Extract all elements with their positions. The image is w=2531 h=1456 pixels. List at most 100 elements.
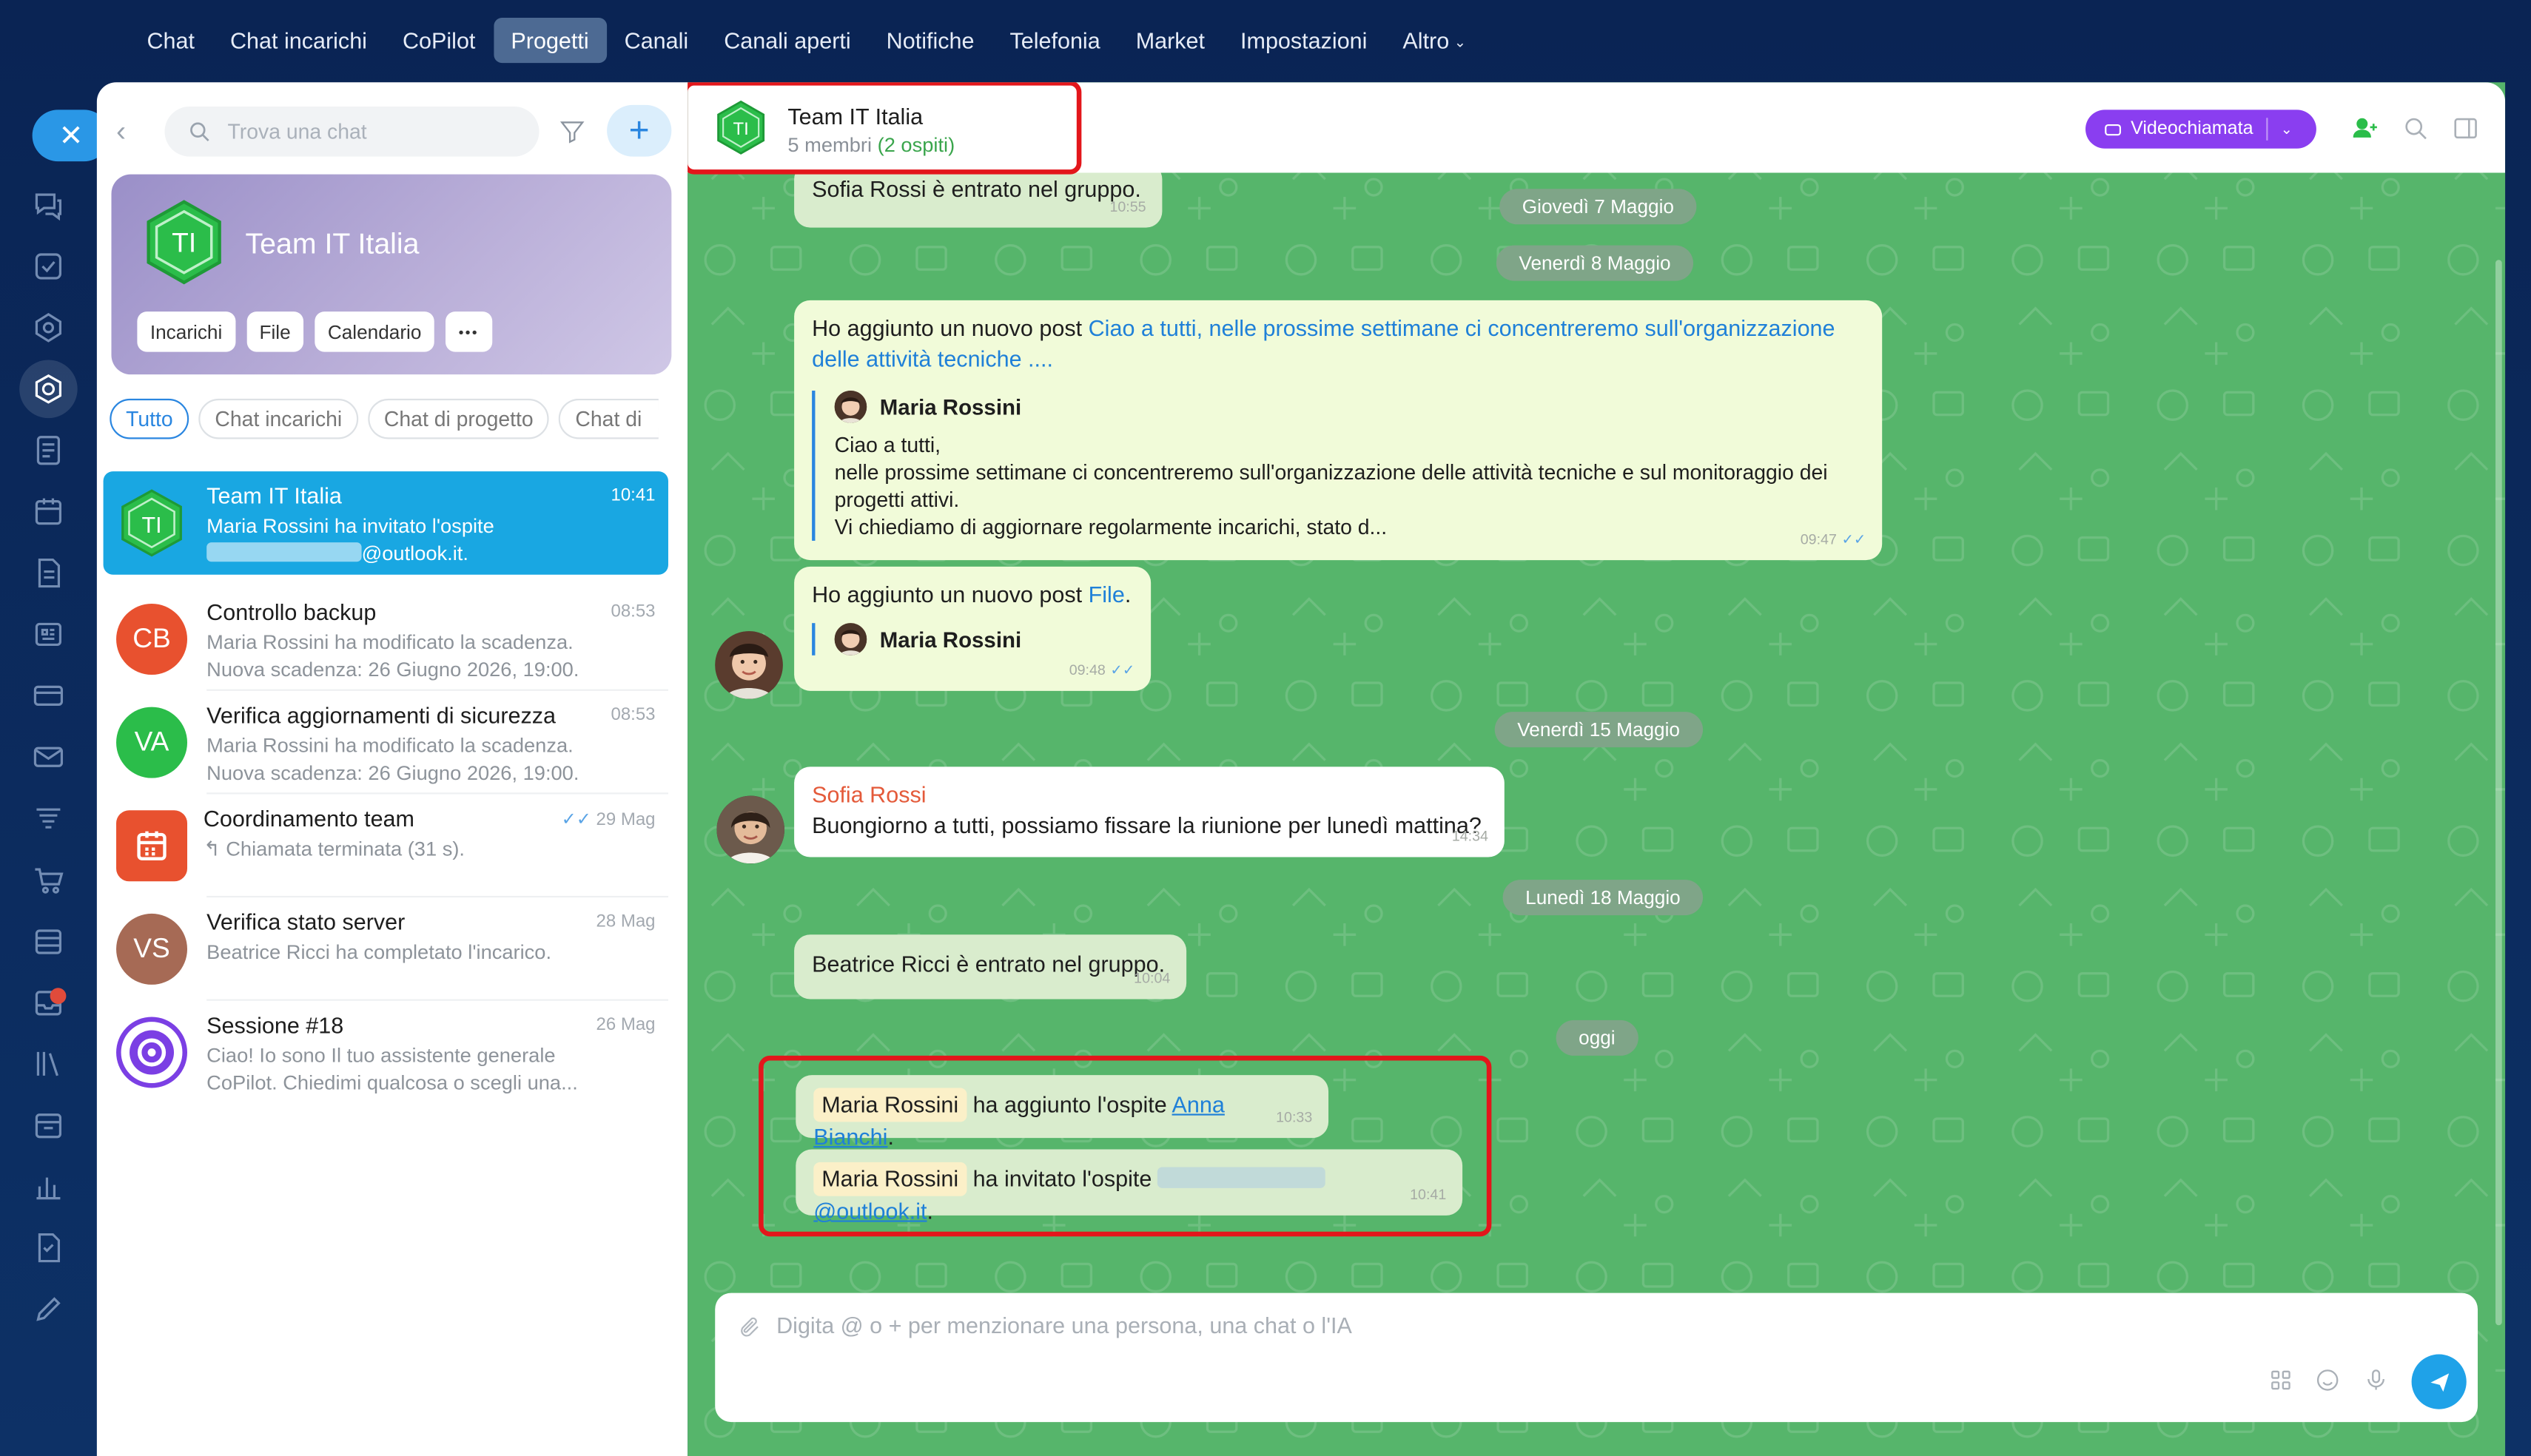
checkbox-task-icon[interactable] [30,249,66,284]
attach-icon[interactable] [738,1315,762,1348]
forms-icon[interactable] [30,1230,66,1266]
microphone-icon[interactable] [2363,1367,2389,1401]
new-chat-button[interactable]: + [607,104,672,157]
read-check-icon: ✓✓ [1110,661,1135,678]
send-icon [2430,1372,2449,1392]
message-input[interactable] [776,1312,2230,1355]
list-item-controllo-backup[interactable]: CB Controllo backup 08:53 Maria Rossini … [104,587,668,691]
mail-icon[interactable] [30,739,66,775]
chevron-down-icon[interactable]: ⌄ [2281,121,2293,138]
nav-telefonia[interactable]: Telefonia [992,18,1117,63]
nav-notifiche[interactable]: Notifiche [869,18,992,63]
add-user-icon[interactable] [2352,115,2379,150]
list-item-team-it-italia[interactable]: TI Team IT Italia 10:41 Maria Rossini ha… [103,471,668,575]
read-check-icon: ✓✓ [1841,530,1866,547]
search-box[interactable] [164,107,540,157]
scrollbar[interactable] [2495,260,2502,1326]
search-input[interactable] [227,119,519,144]
system-message: Beatrice Ricci è entrato nel gruppo. 10:… [794,934,1187,1000]
document-icon[interactable] [30,556,66,591]
video-call-button[interactable]: Videochiamata ⌄ [2085,109,2316,149]
chip-calendario[interactable]: Calendario [315,311,434,352]
message-bubble-sofia[interactable]: Sofia Rossi Buongiorno a tutti, possiamo… [794,766,1505,857]
chat-preview-line1: Maria Rossini ha invitato l'ospite [206,515,494,538]
sidebar-toggle-icon[interactable] [2452,115,2479,150]
list-item-verifica-stato-server[interactable]: VS Verifica stato server 28 Mag Beatrice… [104,897,668,1001]
message-text: Buongiorno a tutti, possiamo fissare la … [812,812,1482,838]
projects-icon[interactable] [19,360,78,419]
chat-time: ✓✓ 29 Mag [562,809,656,829]
feed-icon[interactable] [30,433,66,468]
chat-name: Verifica stato server [206,909,406,935]
avatar-sofia-rossi[interactable] [716,795,785,864]
analytics-icon[interactable] [30,1169,66,1204]
calendar-icon[interactable] [30,494,66,530]
chat-preview-line2: Nuova scadenza: 26 Giugno 2026, 19:00. [206,658,579,681]
file-link[interactable]: File [1089,581,1125,607]
nav-chat[interactable]: Chat [129,18,212,63]
nav-altro[interactable]: Altro ⌄ [1385,18,1484,63]
emoji-icon[interactable] [2315,1367,2341,1401]
more-options-button[interactable]: ••• [446,311,492,352]
nav-impostazioni[interactable]: Impostazioni [1223,18,1385,63]
filter-tab-tutto[interactable]: Tutto [110,398,189,439]
read-check-icon: ✓✓ [561,810,596,830]
chat-bubbles-icon[interactable] [30,187,66,223]
message-bubble-post-file[interactable]: Ho aggiunto un nuovo post File. Maria Ro… [794,566,1152,691]
chip-incarichi[interactable]: Incarichi [137,311,235,352]
chip-file[interactable]: File [246,311,304,352]
message-prefix: Ho aggiunto un nuovo post [812,314,1089,341]
chat-area: TI Team IT Italia 5 membri (2 ospiti) Vi… [688,82,2506,1456]
send-button[interactable] [2411,1354,2467,1409]
project-card: TI Team IT Italia Incarichi File Calenda… [111,174,672,375]
quote-line3: Vi chiediamo di aggiornare regolarmente … [834,515,1388,539]
edit-icon[interactable] [30,1291,66,1327]
archive-icon[interactable] [30,923,66,959]
project-avatar: TI [147,200,221,285]
nav-market[interactable]: Market [1118,18,1223,63]
camera-icon [2105,123,2121,135]
divider [2266,118,2268,141]
filter-icon[interactable] [559,118,586,153]
filter-tab-chat-di-progetto[interactable]: Chat di progetto [368,398,550,439]
message-author[interactable]: Sofia Rossi [812,780,1487,810]
chat-avatar: VA [116,707,188,778]
filter-tab-chat-di[interactable]: Chat di [559,398,659,439]
quote-author: Maria Rossini [879,627,1022,652]
copilot-icon[interactable] [30,310,66,346]
message-suffix: . [1124,581,1132,607]
quote-header: Maria Rossini [834,623,1134,655]
message-text: Ho aggiunto un nuovo post Ciao a tutti, … [812,313,1864,374]
card-icon[interactable] [30,678,66,713]
chat-preview-line1: Beatrice Ricci ha completato l'incarico. [206,941,552,964]
avatar-maria-rossini[interactable] [715,631,783,699]
date-separator: oggi [1556,1019,1638,1056]
schedule-icon[interactable] [30,1108,66,1143]
chat-time: 08:53 [611,601,656,622]
chevron-down-icon: ⌄ [1453,33,1467,50]
cart-icon[interactable] [30,862,66,897]
chat-preview: Maria Rossini ha modificato la scadenza.… [206,630,579,684]
library-icon[interactable] [30,1046,66,1082]
list-item-verifica-aggiornamenti[interactable]: VA Verifica aggiornamenti di sicurezza 0… [104,691,668,795]
header-highlight-box [688,82,1082,175]
message-bubble-post[interactable]: Ho aggiunto un nuovo post Ciao a tutti, … [794,300,1883,561]
search-icon[interactable] [2402,115,2430,150]
nav-canali-aperti[interactable]: Canali aperti [706,18,868,63]
board-icon[interactable] [30,616,66,652]
filter-tab-chat-incarichi[interactable]: Chat incarichi [198,398,359,439]
nav-chat-incarichi[interactable]: Chat incarichi [212,18,385,63]
chat-preview: Maria Rossini ha modificato la scadenza.… [206,733,579,788]
back-arrow-icon[interactable]: ‹ [116,115,126,149]
chat-preview-email-domain: @outlook.it. [361,542,468,565]
nav-copilot[interactable]: CoPilot [385,18,493,63]
nav-progetti[interactable]: Progetti [493,18,607,64]
date-separator: Venerdì 8 Maggio [1496,245,1694,281]
apps-grid-icon[interactable] [2268,1367,2293,1401]
message-composer [715,1292,2478,1423]
chat-preview-line2: @outlook.it. [206,541,494,568]
list-item-sessione-18[interactable]: Sessione #18 26 Mag Ciao! Io sono Il tuo… [104,1001,668,1105]
list-item-coordinamento-team[interactable]: Coordinamento team ✓✓ 29 Mag ↰ Chiamata … [104,794,668,898]
filter-stack-icon[interactable] [30,801,66,836]
nav-canali[interactable]: Canali [607,18,707,63]
